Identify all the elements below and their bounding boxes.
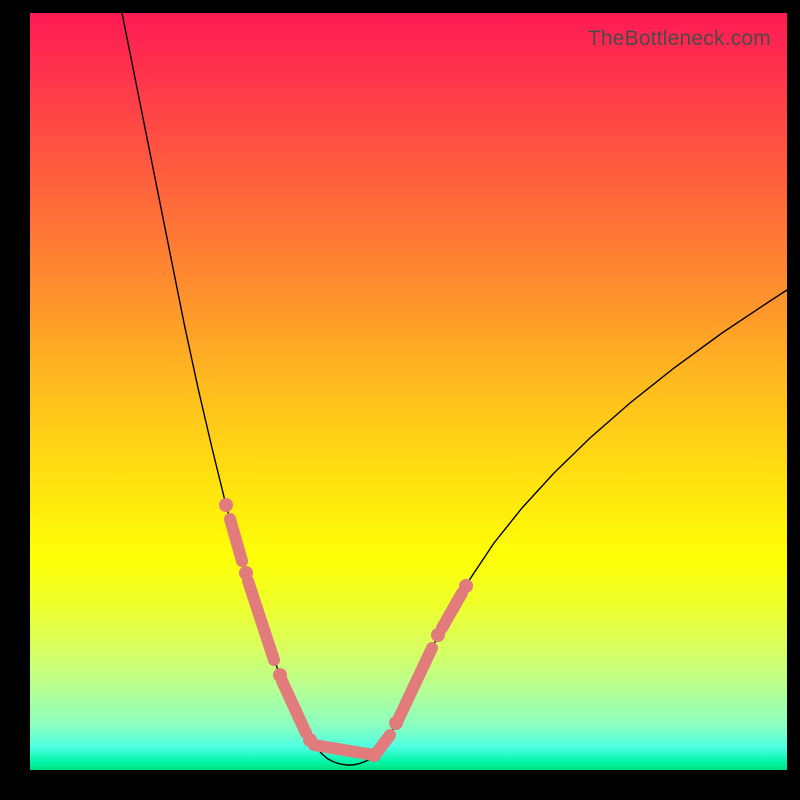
marker-overlay: [219, 498, 473, 762]
chart-plot-area: TheBottleneck.com: [30, 13, 787, 770]
watermark-text: TheBottleneck.com: [588, 27, 771, 51]
bottleneck-curve: [122, 13, 787, 765]
bottleneck-curve-svg: [30, 13, 787, 770]
